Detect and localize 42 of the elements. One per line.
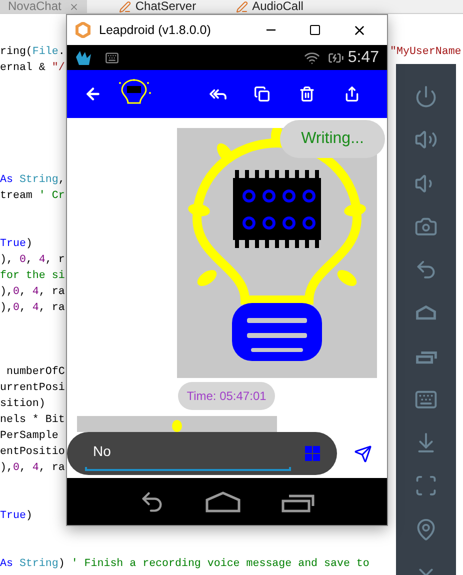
keyboard-icon <box>105 50 119 64</box>
copy-icon[interactable] <box>254 86 270 102</box>
trash-icon[interactable] <box>299 86 315 102</box>
code-line: ring(File. <box>0 45 66 60</box>
send-icon[interactable] <box>354 444 372 462</box>
time-bubble: Time: 05:47:01 <box>178 382 275 410</box>
clock: 5:47 <box>348 48 379 68</box>
code-line: for the si <box>0 269 66 284</box>
file-icon <box>236 0 248 12</box>
file-icon <box>119 0 132 12</box>
code-line: tream ' Cr <box>0 189 66 204</box>
editor-tab[interactable]: ChatServer <box>111 0 204 13</box>
fullscreen-icon[interactable] <box>414 474 438 498</box>
app-icon <box>75 48 93 66</box>
code-line: ),0, 4, ra <box>0 285 66 300</box>
code-line: entPositio <box>0 445 66 460</box>
wifi-icon <box>304 50 320 66</box>
code-line: True) <box>0 237 34 252</box>
editor-tab[interactable]: AudioCall <box>228 0 312 13</box>
code-line: urrentPosi <box>0 381 66 396</box>
code-line: PerSample <box>0 429 60 444</box>
app-logo-icon <box>75 22 91 38</box>
code-line: True) <box>0 509 34 524</box>
code-line: As String, <box>0 173 66 188</box>
code-line: As String) ' Finish a recording voice message and save to <box>0 557 370 572</box>
code-line: nels * Bit <box>0 413 66 428</box>
share-icon[interactable] <box>344 86 360 102</box>
code-line: "MyUserName <box>390 45 462 60</box>
volume-up-icon[interactable] <box>414 128 438 152</box>
code-line: ), 0, 4, r <box>0 253 66 268</box>
code-line: ),0, 4, ra <box>0 461 66 476</box>
code-line: numberOfC <box>5 365 66 380</box>
code-line: ),0, 4, ra <box>0 301 66 316</box>
typing-indicator: Writing... <box>280 120 385 158</box>
home-icon[interactable] <box>205 490 241 512</box>
light-bulb-image[interactable] <box>177 128 377 378</box>
code-line: ernal & "/ <box>0 61 66 76</box>
power-icon[interactable] <box>414 85 438 108</box>
window-title: Leapdroid (v1.8.0.0) <box>99 22 211 39</box>
maximize-icon[interactable] <box>309 24 321 36</box>
code-line: sition) <box>0 397 46 412</box>
message-input[interactable]: No <box>67 432 337 475</box>
